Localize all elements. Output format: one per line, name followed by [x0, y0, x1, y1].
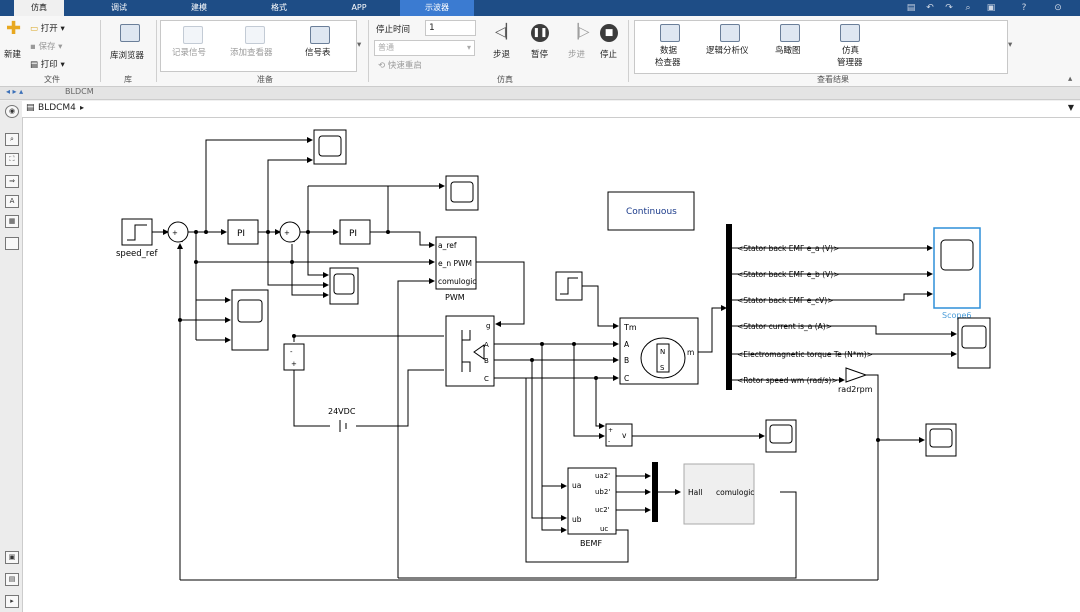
pwm-block[interactable]: a_ref e_n PWM comulogic — [435, 236, 477, 290]
torque-step-block[interactable] — [555, 271, 583, 301]
inverter-c: C — [484, 375, 489, 383]
bus-signal-5: <Electromagnetic torque Te (N*m)> — [737, 350, 873, 359]
voltage-measurement[interactable]: + - v — [605, 423, 633, 447]
motor-tm: Tm — [623, 323, 637, 332]
dc-source-label: 24VDC — [328, 407, 356, 416]
pwm-in1: a_ref — [438, 241, 457, 250]
bemf-out-2: ub2' — [595, 488, 610, 496]
voltmeter-label: v — [622, 431, 627, 440]
powergui-block[interactable]: Continuous — [607, 191, 695, 231]
bemf-out-4: uc — [600, 525, 608, 533]
mux-block[interactable] — [652, 462, 658, 522]
scope-current[interactable] — [445, 175, 479, 211]
scope-speed[interactable] — [313, 129, 347, 165]
pwm-in2: e_n PWM — [438, 259, 472, 268]
scope-voltage[interactable] — [765, 419, 797, 453]
bus-signal-2: <Stator back EMF e_b (V)> — [737, 270, 839, 279]
hall-in-label: Hall — [688, 488, 702, 497]
scope-left[interactable] — [231, 289, 269, 351]
pwm-label: PWM — [445, 293, 465, 302]
sum-block-speed[interactable]: + _ — [167, 221, 189, 243]
gain-label: rad2rpm — [838, 385, 873, 394]
scope-6[interactable] — [933, 227, 981, 309]
hall-out-label: comulogic — [716, 488, 754, 497]
scope-rpm[interactable] — [925, 423, 957, 457]
bus-signal-1: <Stator back EMF e_a (V)> — [737, 244, 839, 253]
dc-voltage-source[interactable]: -+ — [283, 343, 305, 371]
motor-b: B — [624, 356, 629, 365]
motor-m: m — [687, 348, 694, 357]
bus-signal-6: <Rotor speed wm (rad/s)> — [737, 376, 838, 385]
speed-ref-label: speed_ref — [116, 249, 158, 259]
bus-selector[interactable] — [726, 224, 732, 390]
hall-logic-block[interactable]: Hall comulogic — [683, 463, 755, 525]
bemf-block[interactable]: ua ub ua2' ub2' uc2' uc — [567, 467, 617, 535]
inverter-block[interactable]: g A B C — [445, 315, 495, 387]
bemf-out-1: ua2' — [595, 472, 610, 480]
pi-current-block[interactable]: PI — [339, 219, 371, 245]
pi-speed-block[interactable]: PI — [227, 219, 259, 245]
inverter-g: g — [486, 322, 490, 330]
motor-c: C — [624, 374, 629, 383]
motor-s: S — [660, 364, 665, 372]
motor-n: N — [660, 348, 665, 356]
block-diagram: speed_ref + _ + _ PI PI Scope6 a_ref e_n… — [23, 118, 1080, 612]
bus-signal-4: <Stator current is_a (A)> — [737, 322, 832, 331]
svg-text:+: + — [608, 427, 613, 434]
inverter-a: A — [484, 341, 489, 349]
motor-a: A — [624, 340, 630, 349]
svg-text:-: - — [608, 438, 610, 445]
svg-text:+: + — [291, 360, 297, 368]
scope-current-torque[interactable] — [957, 317, 991, 369]
bemf-label: BEMF — [580, 539, 602, 548]
inverter-b: B — [484, 357, 489, 365]
pi-speed-label: PI — [237, 229, 245, 239]
bemf-in-ub: ub — [572, 515, 582, 524]
bemf-in-ua: ua — [572, 481, 581, 490]
bldc-motor-block[interactable]: Tm A B C m N S — [619, 317, 699, 385]
pi-current-label: PI — [349, 229, 357, 239]
bemf-out-3: uc2' — [595, 506, 610, 514]
sum-block-current[interactable]: + _ — [279, 221, 301, 243]
bus-signal-3: <Stator back EMF e_cV)> — [737, 296, 834, 305]
svg-text:+: + — [284, 229, 290, 237]
pwm-in3: comulogic — [438, 277, 476, 286]
scope-ref-feedback[interactable] — [329, 267, 359, 305]
powergui-label: Continuous — [626, 207, 677, 217]
speed-ref-step-block[interactable] — [121, 218, 153, 246]
svg-text:+: + — [172, 229, 178, 237]
